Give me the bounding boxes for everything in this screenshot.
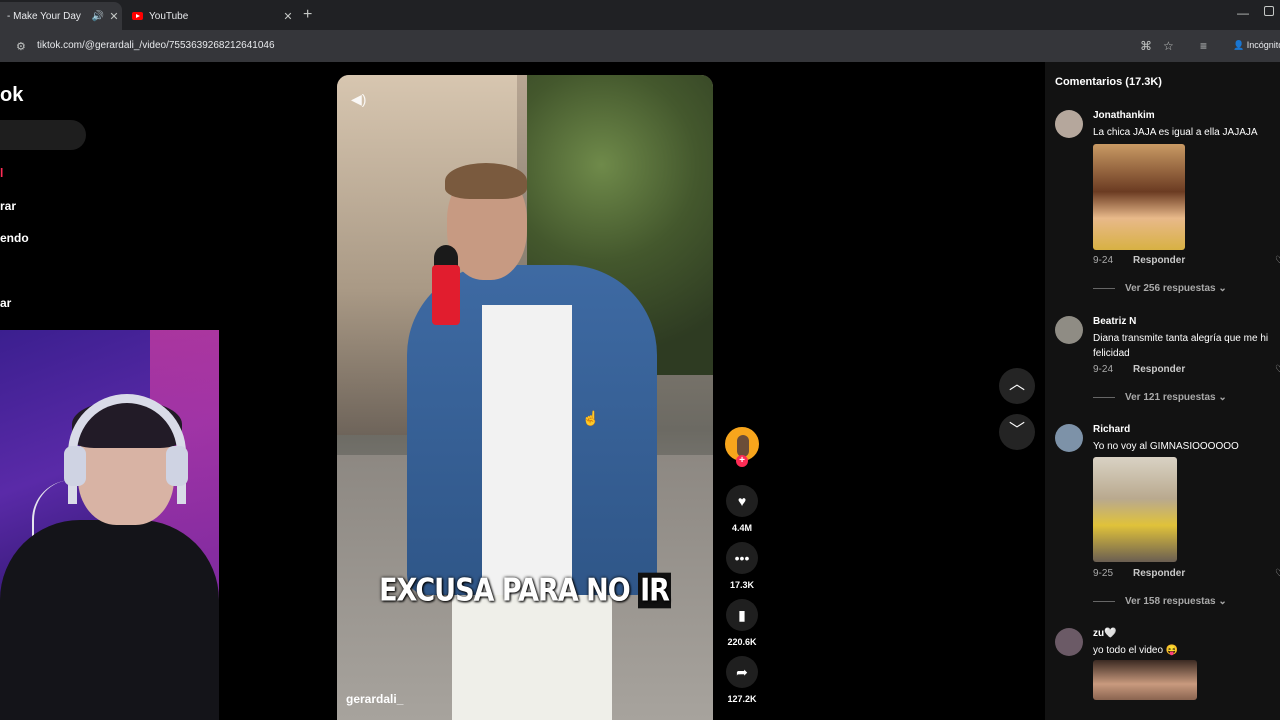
streamer-body	[0, 520, 219, 720]
comment-text: Yo no voy al GIMNASIOOOOOO	[1093, 441, 1239, 452]
speaker-icon[interactable]: 🔊	[90, 11, 106, 22]
comment-text: Diana transmite tanta alegría que me hi …	[1093, 333, 1269, 359]
caption-highlight: IR	[638, 572, 671, 609]
reading-list-icon[interactable]: ≡	[1200, 39, 1207, 53]
sidebar-item-following[interactable]: endo	[0, 231, 29, 245]
reply-button[interactable]: Responder	[1133, 568, 1185, 579]
sidebar-item-for-you[interactable]: l	[0, 166, 3, 180]
bookmark-star-icon[interactable]: ☆	[1163, 39, 1174, 53]
search-input[interactable]	[0, 120, 86, 150]
comment-user[interactable]: zu🤍	[1093, 628, 1117, 639]
avatar[interactable]	[1055, 628, 1083, 656]
close-tab-icon[interactable]: ✕	[280, 10, 296, 23]
microphone-flag	[432, 265, 460, 325]
webcam-overlay	[0, 330, 219, 720]
view-replies-button[interactable]: Ver 158 respuestas ⌄	[1093, 596, 1227, 607]
headphone-cup-left	[64, 446, 86, 486]
like-count: 4.4M	[731, 523, 752, 533]
volume-icon[interactable]: ◀)	[351, 91, 366, 108]
site-settings-icon[interactable]: ⚙	[16, 40, 26, 53]
comment-date: 9-25	[1093, 568, 1114, 579]
tab-title: YouTube	[149, 10, 189, 22]
like-heart-icon[interactable]: ♥	[726, 485, 758, 517]
address-bar: ⚙ tiktok.com/@gerardali_/video/755363926…	[0, 30, 1280, 62]
comments-panel: Comentarios (17.3K) Jonathankim La chica…	[1045, 62, 1280, 720]
incognito-label: Incógnito	[1246, 40, 1280, 50]
new-tab-button[interactable]: +	[303, 6, 312, 24]
comment-item: Beatriz N Diana transmite tanta alegría …	[1055, 316, 1280, 416]
mouse-cursor-icon: ☝	[582, 410, 600, 426]
comment-image[interactable]	[1093, 144, 1185, 250]
comment-item: Jonathankim La chica JAJA es igual a ell…	[1055, 110, 1280, 310]
comment-bubble-icon[interactable]: •••	[726, 542, 758, 574]
comment-heart-icon[interactable]: ♡	[1275, 364, 1280, 375]
minimize-button[interactable]: —	[1237, 6, 1249, 20]
previous-video-button[interactable]: ︿	[999, 368, 1035, 404]
share-arrow-icon[interactable]: ➦	[726, 656, 758, 688]
comment-heart-icon[interactable]: ♡	[1275, 568, 1280, 579]
reply-button[interactable]: Responder	[1133, 255, 1185, 266]
caption-text: EXCUSA PARA NO	[379, 572, 631, 609]
share-count: 127.2K	[727, 694, 757, 704]
video-author[interactable]: gerardali_	[346, 692, 403, 706]
tiktok-logo[interactable]: ok	[0, 84, 23, 107]
comment-count: 17.3K	[729, 580, 755, 590]
save-count: 220.6K	[727, 637, 757, 647]
sidebar-item-upload[interactable]: ar	[0, 296, 11, 310]
man-white-shirt	[482, 305, 572, 605]
url-field[interactable]: tiktok.com/@gerardali_/video/75536392682…	[37, 40, 275, 51]
comment-image[interactable]	[1093, 457, 1177, 562]
avatar[interactable]	[1055, 316, 1083, 344]
avatar[interactable]	[1055, 424, 1083, 452]
translate-icon[interactable]: ⌘	[1140, 39, 1152, 53]
view-replies-label: Ver 158 respuestas	[1125, 596, 1216, 607]
comment-item: Richard Yo no voy al GIMNASIOOOOOO 9-25 …	[1055, 424, 1280, 624]
tab-youtube[interactable]: YouTube ✕	[122, 2, 296, 30]
avatar[interactable]	[1055, 110, 1083, 138]
comment-heart-icon[interactable]: ♡	[1275, 255, 1280, 266]
bookmark-icon[interactable]: ▮	[726, 599, 758, 631]
video-caption: EXCUSA PARA NO IR	[337, 572, 713, 609]
restore-button[interactable]	[1264, 6, 1274, 16]
tab-tiktok[interactable]: - Make Your Day 🔊 ✕	[0, 2, 122, 30]
view-replies-label: Ver 256 respuestas	[1125, 283, 1216, 294]
comment-user[interactable]: Richard	[1093, 424, 1130, 435]
comment-image[interactable]	[1093, 660, 1197, 700]
headphone-cup-right	[166, 446, 188, 486]
comment-user[interactable]: Beatriz N	[1093, 316, 1136, 327]
incognito-badge[interactable]: 👤 Incógnito	[1233, 40, 1280, 51]
comment-text: yo todo el video 😝	[1093, 645, 1179, 656]
youtube-icon	[132, 12, 143, 20]
comments-header: Comentarios (17.3K)	[1055, 76, 1162, 88]
comment-date: 9-24	[1093, 255, 1114, 266]
comment-item: zu🤍 yo todo el video 😝	[1055, 628, 1280, 720]
tab-title: - Make Your Day	[7, 10, 81, 22]
next-video-button[interactable]: ﹀	[999, 414, 1035, 450]
reply-button[interactable]: Responder	[1133, 364, 1185, 375]
comment-user[interactable]: Jonathankim	[1093, 110, 1155, 121]
tab-bar: - Make Your Day 🔊 ✕ YouTube ✕ + —	[0, 0, 1280, 30]
man-hair	[445, 163, 527, 199]
sidebar-item-explore[interactable]: rar	[0, 199, 16, 213]
view-replies-label: Ver 121 respuestas	[1125, 392, 1216, 403]
tiktok-page: ok l rar endo ar ◀) EXCUSA PARA NO IR ge…	[0, 62, 1280, 720]
view-replies-button[interactable]: Ver 121 respuestas ⌄	[1093, 392, 1227, 403]
comment-date: 9-24	[1093, 364, 1114, 375]
comment-text: La chica JAJA es igual a ella JAJAJA	[1093, 127, 1258, 138]
man-white-pants	[452, 595, 612, 720]
view-replies-button[interactable]: Ver 256 respuestas ⌄	[1093, 283, 1227, 294]
close-tab-icon[interactable]: ✕	[106, 10, 122, 23]
video-player[interactable]: ◀) EXCUSA PARA NO IR gerardali_ ☝	[337, 75, 713, 720]
follow-plus-icon[interactable]: +	[736, 455, 748, 467]
